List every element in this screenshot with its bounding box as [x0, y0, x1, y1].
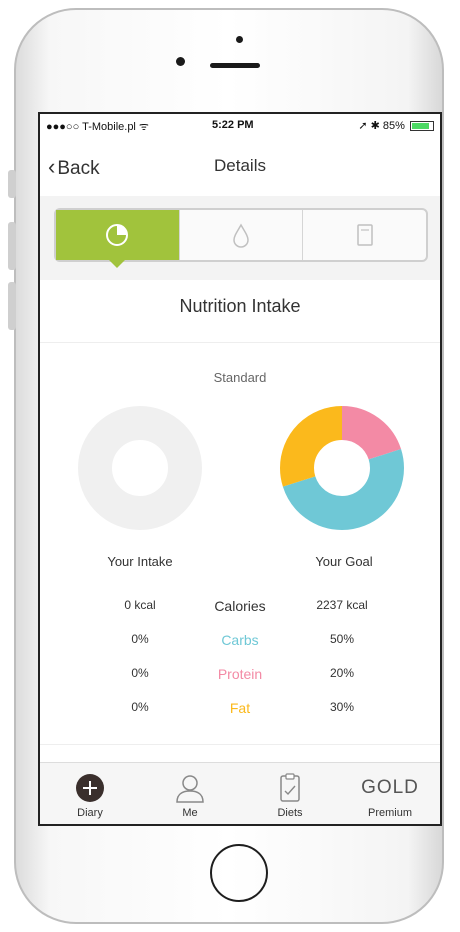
- tab-premium[interactable]: GOLD Premium: [340, 763, 440, 824]
- intake-donut-chart: [78, 406, 202, 530]
- bluetooth-icon: ✱: [370, 120, 380, 132]
- document-icon: [356, 224, 373, 246]
- volume-down-button: [8, 282, 16, 330]
- proximity-sensor: [236, 36, 243, 43]
- intake-value: 0%: [131, 632, 149, 646]
- home-button[interactable]: [210, 844, 268, 902]
- tab-label: Premium: [367, 807, 412, 819]
- segment-water[interactable]: [180, 210, 304, 260]
- tab-label: Me: [182, 807, 198, 819]
- earpiece-speaker: [210, 63, 260, 68]
- battery-percent: 85%: [382, 120, 405, 132]
- table-row: 0% Fat 30%: [40, 700, 440, 720]
- carrier-label: ●●●○○ T-Mobile.pl ᯤ: [46, 121, 149, 133]
- tab-me[interactable]: Me: [140, 763, 240, 824]
- navigation-bar: ‹ Back Details: [40, 138, 440, 186]
- gold-badge: GOLD: [361, 777, 419, 798]
- app-screen: ●●●○○ T-Mobile.pl ᯤ 5:22 PM ➚ ✱ 85% ‹ Bac…: [38, 112, 442, 826]
- battery-status: ➚ ✱ 85%: [358, 119, 434, 132]
- tab-diets[interactable]: Diets: [240, 763, 340, 824]
- water-drop-icon: [233, 223, 249, 248]
- tab-label: Diary: [77, 807, 103, 819]
- segment-notes[interactable]: [303, 210, 426, 260]
- battery-icon: [410, 121, 434, 132]
- section-title: Nutrition Intake: [179, 296, 301, 316]
- goal-value: 20%: [329, 666, 355, 680]
- segment-area: [40, 196, 440, 280]
- intake-value: 0%: [131, 666, 149, 680]
- status-bar: ●●●○○ T-Mobile.pl ᯤ 5:22 PM ➚ ✱ 85%: [40, 114, 440, 136]
- nutrient-label: Fat: [229, 700, 251, 716]
- location-icon: ➚: [358, 120, 368, 132]
- tab-diary[interactable]: Diary: [40, 763, 140, 824]
- mute-switch: [8, 170, 16, 198]
- goal-value: 50%: [329, 632, 355, 646]
- plus-circle-icon: [76, 774, 104, 802]
- intake-caption: Your Intake: [107, 554, 173, 569]
- standard-label: Standard: [213, 370, 267, 385]
- table-row: 0% Carbs 50%: [40, 632, 440, 652]
- nutrient-label: Carbs: [221, 632, 259, 648]
- goal-donut-chart: [280, 406, 404, 530]
- segment-nutrition[interactable]: [56, 210, 180, 268]
- intake-value: 0 kcal: [124, 598, 156, 612]
- page-title: Details: [214, 156, 266, 175]
- nutrient-label: Protein: [217, 666, 263, 682]
- intake-ring: [78, 406, 202, 530]
- person-icon: [176, 775, 204, 803]
- volume-up-button: [8, 222, 16, 270]
- clock: 5:22 PM: [212, 119, 254, 131]
- intake-value: 0%: [131, 700, 149, 714]
- nutrient-label: Calories: [214, 598, 266, 614]
- divider: [40, 342, 440, 343]
- goal-value: 2237 kcal: [316, 598, 368, 612]
- pie-chart-icon: [106, 224, 129, 246]
- goal-value: 30%: [329, 700, 355, 714]
- table-row: 0% Protein 20%: [40, 666, 440, 686]
- front-camera: [176, 57, 185, 66]
- tab-bar: Diary Me Diets GOLD Premium: [40, 762, 440, 824]
- tab-label: Diets: [277, 807, 303, 819]
- segmented-control: [54, 208, 428, 268]
- goal-caption: Your Goal: [315, 554, 373, 569]
- divider: [40, 744, 440, 745]
- table-row: 0 kcal Calories 2237 kcal: [40, 598, 440, 618]
- clipboard-icon: [280, 773, 300, 802]
